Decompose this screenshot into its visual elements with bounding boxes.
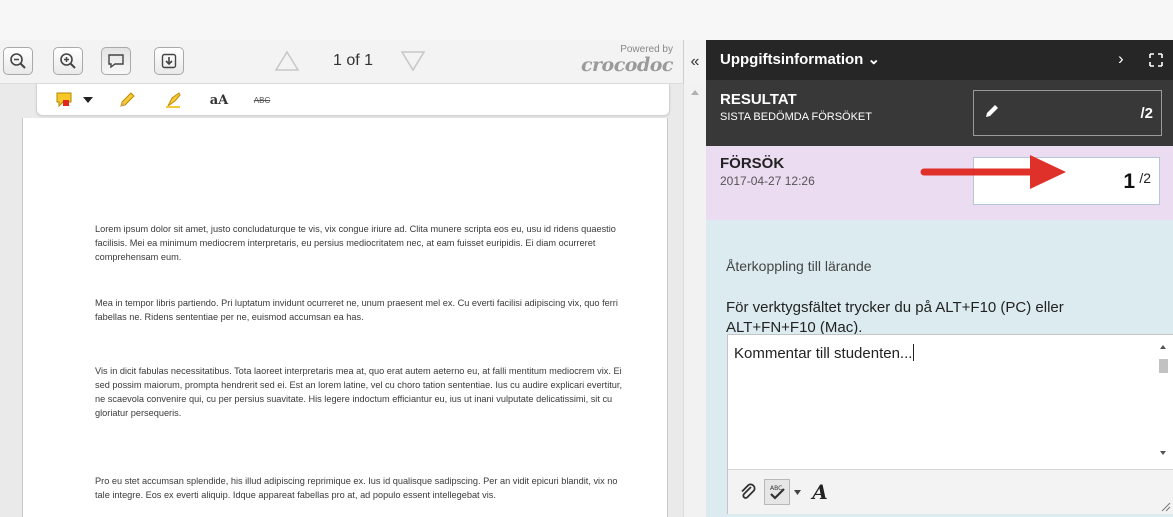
download-button[interactable] — [154, 47, 184, 75]
chevron-down-icon: ⌄ — [867, 51, 881, 68]
panel-title: Uppgiftsinformation — [720, 51, 864, 68]
feedback-editor[interactable]: Kommentar till studenten... ABC A — [727, 334, 1173, 514]
triangle-up-icon — [274, 50, 300, 71]
crocodoc-logo: Powered by crocodoc — [565, 44, 677, 80]
point-comment-tool[interactable] — [53, 90, 75, 110]
editor-scrollbar[interactable] — [1154, 335, 1173, 465]
viewer-toolbar: 1 of 1 Powered by crocodoc « — [0, 40, 706, 84]
document-viewer: Lorem ipsum dolor sit amet, justo conclu… — [0, 40, 706, 517]
comment-color-dropdown[interactable] — [81, 90, 95, 110]
highlight-tool[interactable] — [163, 90, 185, 110]
attach-file-button[interactable] — [736, 479, 760, 505]
result-subtitle: SISTA BEDÖMDA FÖRSÖKET — [720, 111, 872, 123]
result-title: RESULTAT — [720, 91, 797, 108]
document-paragraph-3: Vis in dicit fabulas necessitatibus. Tot… — [95, 366, 623, 418]
resize-handle-icon[interactable] — [1159, 500, 1171, 512]
pencil-icon — [986, 105, 998, 117]
document-page: Lorem ipsum dolor sit amet, justo conclu… — [22, 118, 668, 517]
expand-icon — [1149, 53, 1163, 67]
zoom-in-button[interactable] — [53, 47, 83, 75]
comment-mode-button[interactable] — [101, 47, 131, 75]
spellcheck-dropdown[interactable] — [792, 479, 802, 505]
result-section: RESULTAT SISTA BEDÖMDA FÖRSÖKET /2 — [706, 80, 1173, 146]
attempt-score-denominator: /2 — [1139, 170, 1151, 186]
zoom-out-icon — [10, 53, 26, 69]
text-tool[interactable]: aA — [207, 90, 231, 110]
triangle-down-icon — [400, 51, 426, 72]
annotation-toolbar: aA ABC — [36, 84, 670, 116]
document-paragraph-1: Lorem ipsum dolor sit amet, justo conclu… — [95, 224, 616, 262]
download-icon — [161, 53, 177, 69]
svg-text:ABC: ABC — [770, 485, 782, 492]
editor-toolbar: ABC A — [728, 469, 1173, 514]
next-arrow-icon[interactable]: › — [1118, 49, 1124, 69]
drawing-tool[interactable] — [117, 90, 137, 110]
assignment-info-panel: Uppgiftsinformation ⌄ › RESULTAT SISTA B… — [706, 40, 1173, 517]
document-paragraph-2: Mea in tempor libris partiendo. Pri lupt… — [95, 298, 618, 322]
speech-bubble-icon — [108, 54, 124, 69]
expand-button[interactable] — [1148, 52, 1164, 73]
red-arrow-icon — [920, 155, 1066, 189]
attempt-score-value: 1 — [1123, 170, 1135, 193]
collapse-panel-button[interactable]: « — [683, 40, 706, 84]
document-paragraph-4: Pro eu stet accumsan splendide, his illu… — [95, 476, 618, 500]
zoom-out-button[interactable] — [3, 47, 33, 75]
previous-page-button[interactable] — [272, 47, 302, 75]
pencil-icon — [120, 92, 135, 107]
feedback-textarea[interactable]: Kommentar till studenten... — [734, 344, 915, 362]
overall-grade-denominator: /2 — [1140, 105, 1153, 122]
document-scrollbar[interactable] — [683, 84, 706, 517]
attempt-date: 2017-04-27 12:26 — [720, 174, 815, 188]
paperclip-icon — [741, 483, 756, 499]
overall-grade-box[interactable]: /2 — [973, 90, 1162, 136]
page-indicator: 1 of 1 — [333, 52, 374, 69]
font-format-button[interactable]: A — [808, 479, 832, 505]
attempt-title: FÖRSÖK — [720, 155, 785, 172]
browser-top-bar — [0, 0, 1173, 40]
spellcheck-icon: ABC — [770, 485, 785, 500]
panel-header: Uppgiftsinformation ⌄ › — [706, 40, 1173, 80]
brand-name: crocodoc — [580, 54, 674, 76]
toolbar-hint: För verktygsfältet trycker du på ALT+F10… — [726, 299, 1064, 336]
text-format-icon: A — [812, 480, 828, 504]
next-page-button[interactable] — [398, 47, 428, 75]
comment-flag-icon — [56, 92, 72, 108]
spellcheck-button[interactable]: ABC — [764, 479, 790, 505]
feedback-label: Återkoppling till lärande — [726, 258, 872, 274]
document-area: Lorem ipsum dolor sit amet, justo conclu… — [0, 84, 706, 517]
highlighter-icon — [166, 92, 181, 108]
feedback-text: Kommentar till studenten... — [734, 345, 913, 362]
strikethrough-tool[interactable]: ABC — [249, 90, 275, 110]
caret-down-icon — [83, 97, 93, 103]
caret-down-icon — [793, 489, 801, 495]
panel-title-dropdown[interactable]: Uppgiftsinformation ⌄ — [720, 50, 880, 68]
zoom-in-icon — [60, 53, 76, 69]
